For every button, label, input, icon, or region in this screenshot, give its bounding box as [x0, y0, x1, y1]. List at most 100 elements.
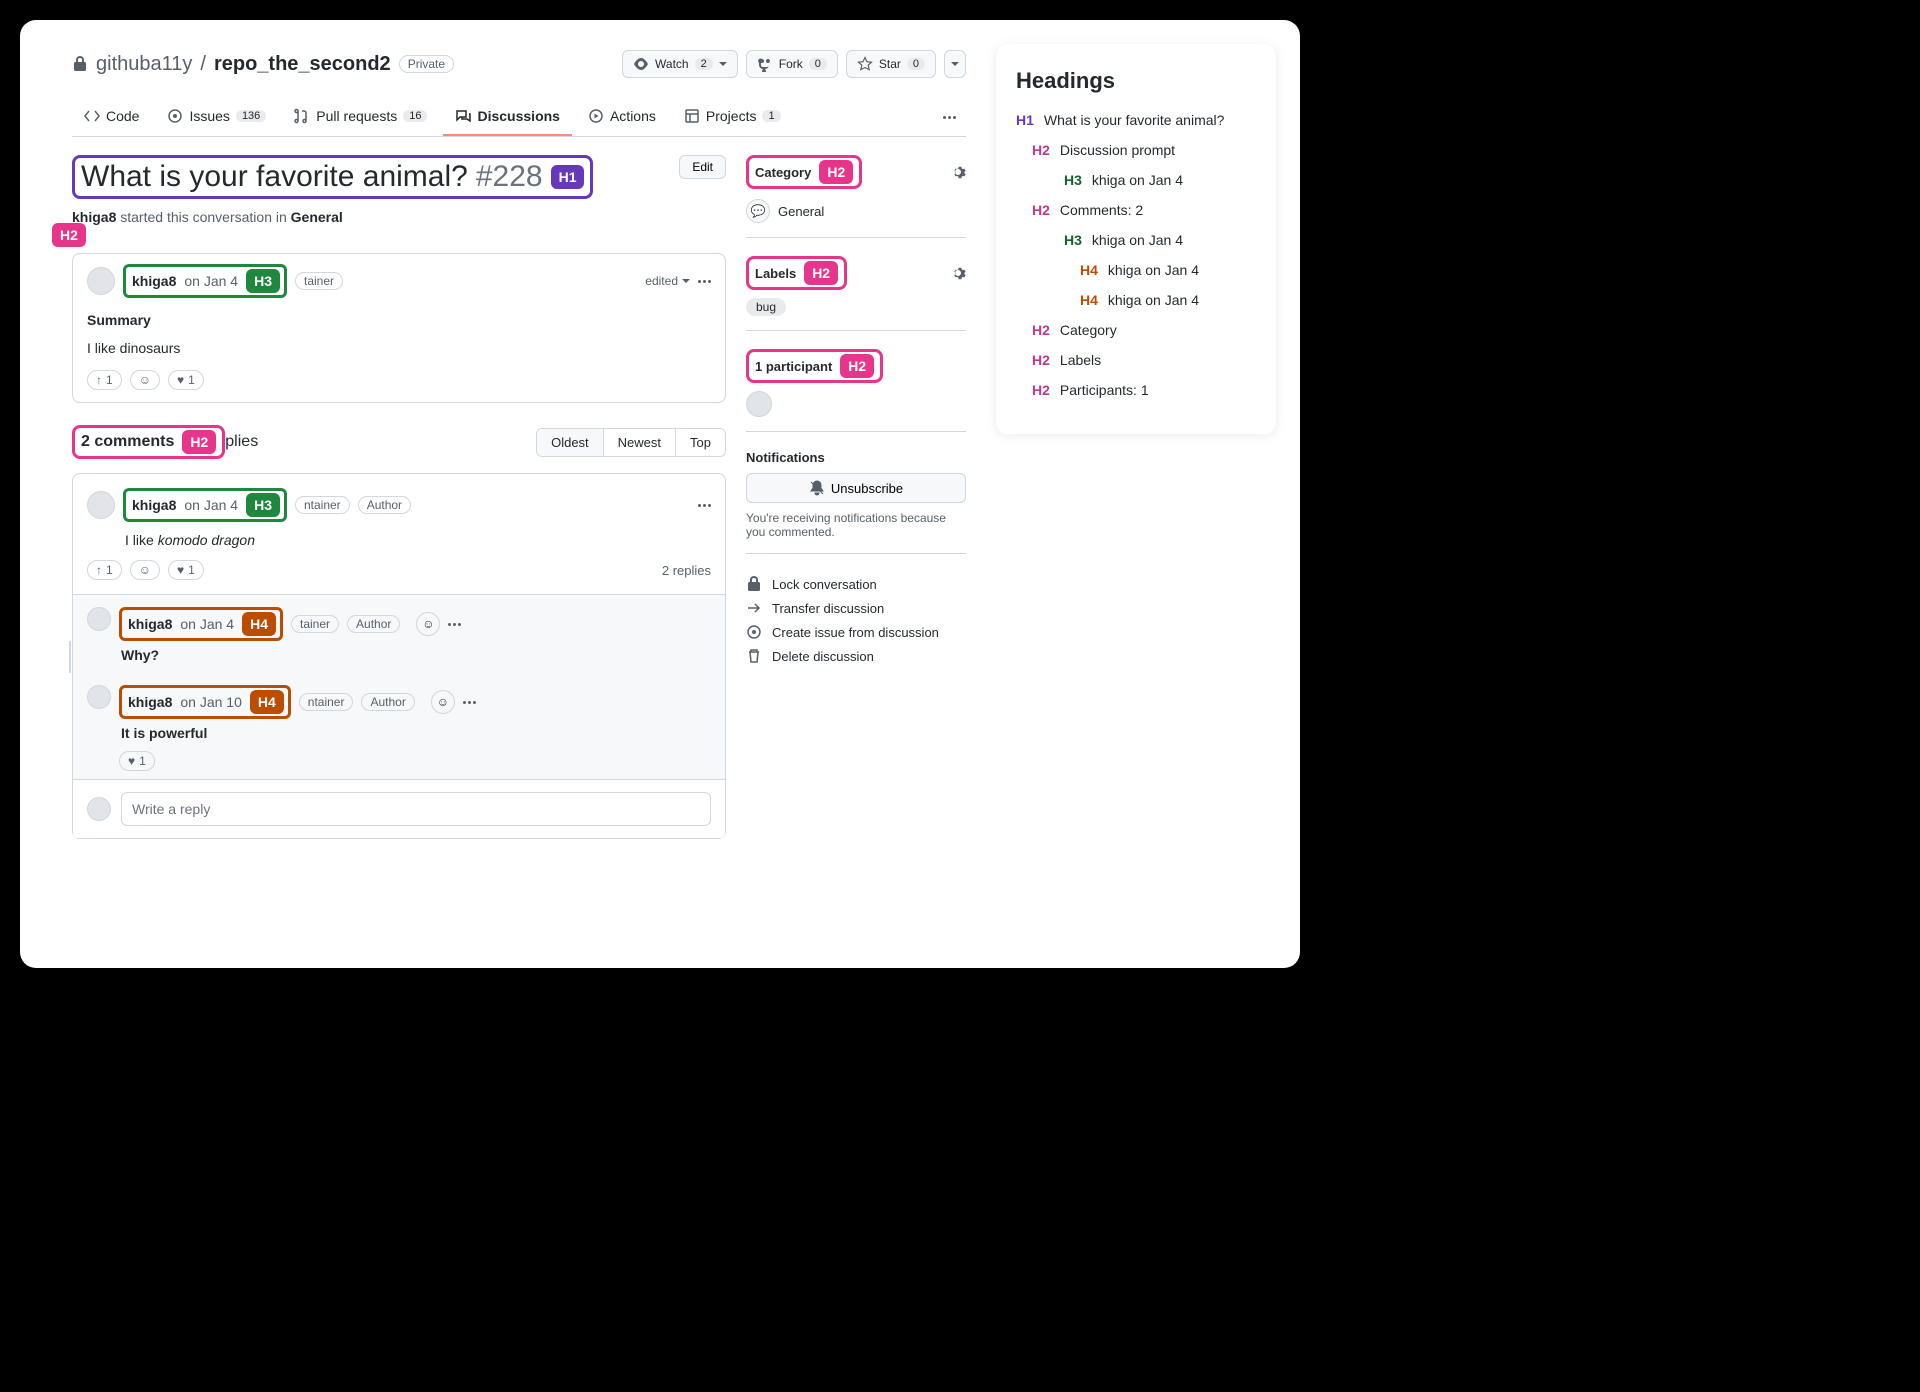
upvote-button[interactable]: ↑ 1 — [87, 370, 122, 390]
create-issue[interactable]: Create issue from discussion — [746, 620, 966, 644]
comment-body: I like komodo dragon — [73, 532, 725, 560]
star-menu-button[interactable] — [944, 50, 966, 78]
fork-button[interactable]: Fork 0 — [746, 50, 838, 78]
notifications-description: You're receiving notifications because y… — [746, 511, 966, 539]
notifications-heading: Notifications — [746, 450, 966, 465]
discussion-number: #228 — [476, 160, 543, 194]
tabs-overflow[interactable] — [933, 106, 966, 129]
discussion-actions: Lock conversation Transfer discussion Cr… — [746, 572, 966, 668]
heading-row: H2Category — [1032, 320, 1256, 340]
reply-input[interactable]: Write a reply — [121, 792, 711, 826]
tab-projects[interactable]: Projects1 — [672, 98, 793, 136]
reply-count: 2 replies — [662, 563, 711, 578]
h2-badge: H2 — [52, 223, 86, 247]
avatar[interactable] — [87, 267, 115, 295]
category-heading: Category H2 — [746, 155, 862, 189]
emoji-add-button[interactable]: ☺ — [416, 612, 440, 636]
headings-panel: Headings H1What is your favorite animal?… — [996, 44, 1276, 434]
op-byline: khiga8 on Jan 4 H3 — [123, 264, 287, 298]
fork-icon — [757, 56, 773, 72]
code-icon — [84, 108, 100, 124]
comment-menu[interactable] — [698, 504, 711, 507]
lock-icon — [746, 576, 762, 592]
heading-row: H2Discussion prompt — [1032, 140, 1256, 160]
trash-icon — [746, 648, 762, 664]
lock-icon — [72, 56, 88, 72]
unsubscribe-button[interactable]: Unsubscribe — [746, 473, 966, 503]
tab-code[interactable]: Code — [72, 98, 151, 136]
caret-down-icon — [719, 62, 727, 66]
edited-indicator[interactable]: edited — [645, 274, 690, 288]
heading-row: H2Labels — [1032, 350, 1256, 370]
reply-menu[interactable] — [463, 701, 476, 704]
lock-conversation[interactable]: Lock conversation — [746, 572, 966, 596]
op-summary-heading: Summary — [87, 312, 711, 328]
sort-newest[interactable]: Newest — [604, 429, 676, 456]
project-icon — [684, 108, 700, 124]
avatar[interactable] — [87, 491, 115, 519]
caret-down-icon — [951, 62, 959, 66]
heading-row: H2Participants: 1 — [1032, 380, 1256, 400]
heading-row: H4khiga on Jan 4 — [1080, 260, 1256, 280]
discussion-subline: khiga8 started this conversation in Gene… — [72, 209, 726, 225]
watch-button[interactable]: Watch 2 — [622, 50, 738, 78]
privacy-badge: Private — [399, 55, 454, 73]
h1-badge: H1 — [551, 165, 585, 189]
category-value[interactable]: 💬 General — [746, 199, 966, 223]
heart-reaction[interactable]: ♥ 1 — [119, 751, 155, 771]
heading-row: H4khiga on Jan 4 — [1080, 290, 1256, 310]
participants-heading: 1 participant H2 — [746, 349, 883, 383]
pull-icon — [294, 108, 310, 124]
repo-name[interactable]: repo_the_second2 — [214, 53, 391, 76]
comments-heading: 2 comments H2 — [72, 425, 225, 459]
label-pill[interactable]: bug — [746, 298, 786, 316]
emoji-add-button[interactable]: ☺ — [130, 370, 160, 390]
heading-row: H1What is your favorite animal? — [1016, 110, 1256, 130]
reply-body: It is powerful — [119, 719, 711, 751]
tab-pulls[interactable]: Pull requests16 — [282, 98, 439, 136]
star-button[interactable]: Star 0 — [846, 50, 936, 78]
tab-discussions[interactable]: Discussions — [443, 98, 571, 136]
emoji-add-button[interactable]: ☺ — [130, 560, 160, 580]
sort-group: Oldest Newest Top — [536, 428, 726, 457]
headings-panel-title: Headings — [1016, 68, 1256, 94]
tab-issues[interactable]: Issues136 — [155, 98, 278, 136]
play-icon — [588, 108, 604, 124]
bell-slash-icon — [809, 480, 825, 496]
reply-byline: khiga8 on Jan 10 H4 — [119, 685, 291, 719]
delete-discussion[interactable]: Delete discussion — [746, 644, 966, 668]
reply-byline: khiga8 on Jan 4 H4 — [119, 607, 283, 641]
participant-avatar[interactable] — [746, 391, 772, 417]
avatar[interactable] — [87, 685, 111, 709]
star-icon — [857, 56, 873, 72]
discussion-title: What is your favorite animal? — [81, 160, 468, 194]
sort-oldest[interactable]: Oldest — [537, 429, 604, 456]
edit-button[interactable]: Edit — [679, 155, 726, 179]
repo-owner[interactable]: githuba11y — [96, 53, 192, 76]
issue-icon — [167, 108, 183, 124]
reply-item: khiga8 on Jan 4 H4 tainer Author ☺ — [73, 595, 725, 673]
avatar[interactable] — [87, 607, 111, 631]
reply-menu[interactable] — [448, 623, 461, 626]
discussion-icon — [455, 108, 471, 124]
heading-row: H2Comments: 2 — [1032, 200, 1256, 220]
tab-actions[interactable]: Actions — [576, 98, 668, 136]
reply-item: khiga8 on Jan 10 H4 ntainer Author ☺ — [73, 673, 725, 779]
labels-heading: Labels H2 — [746, 256, 847, 290]
sort-top[interactable]: Top — [676, 429, 725, 456]
emoji-add-button[interactable]: ☺ — [431, 690, 455, 714]
repo-header: githuba11y / repo_the_second2 Private Wa… — [72, 50, 966, 78]
heading-row: H3khiga on Jan 4 — [1064, 230, 1256, 250]
heart-reaction[interactable]: ♥ 1 — [168, 560, 204, 580]
upvote-button[interactable]: ↑ 1 — [87, 560, 122, 580]
transfer-discussion[interactable]: Transfer discussion — [746, 596, 966, 620]
comment-thread: khiga8 on Jan 4 H3 ntainer Author I like… — [72, 473, 726, 839]
gear-icon[interactable] — [950, 164, 966, 180]
reply-body: Why? — [119, 641, 711, 673]
gear-icon[interactable] — [950, 265, 966, 281]
heading-row: H3khiga on Jan 4 — [1064, 170, 1256, 190]
eye-icon — [633, 56, 649, 72]
heart-reaction[interactable]: ♥ 1 — [168, 370, 204, 390]
post-menu[interactable] — [698, 280, 711, 283]
speech-icon: 💬 — [746, 199, 770, 223]
